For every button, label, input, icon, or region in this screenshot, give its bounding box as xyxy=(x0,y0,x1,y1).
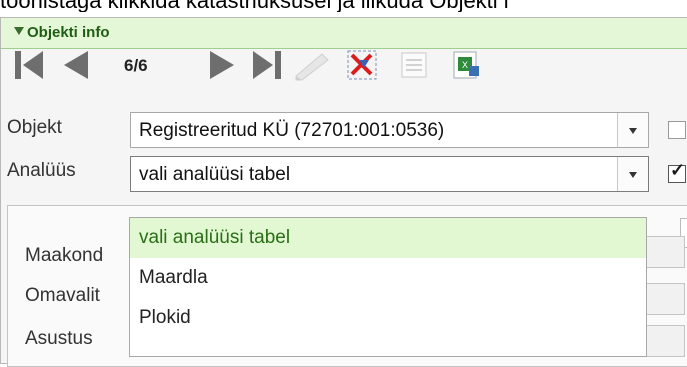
dropdown-option[interactable]: Plokid xyxy=(130,298,646,338)
analuus-select[interactable]: vali analüüsi tabel xyxy=(130,156,649,192)
svg-text:X: X xyxy=(462,60,468,70)
objekt-checkbox[interactable] xyxy=(668,121,686,139)
checkmark-icon: ✓ xyxy=(670,160,686,180)
collapse-triangle-icon[interactable] xyxy=(14,27,24,35)
panel-title: Objekti info xyxy=(27,24,110,41)
edit-pencil-icon[interactable] xyxy=(292,48,332,87)
field-label-maakond: Maakond xyxy=(25,245,104,266)
chevron-down-icon[interactable] xyxy=(617,157,648,191)
previous-record-icon[interactable] xyxy=(58,48,96,87)
dropdown-option[interactable]: vali analüüsi tabel xyxy=(130,218,646,258)
page-caption-text: toonistaga klikkida katastriüksusel ja l… xyxy=(0,0,687,12)
first-record-icon[interactable] xyxy=(13,48,51,87)
field-label-omavalitsus: Omavalit xyxy=(25,285,100,306)
analuus-dropdown-list: vali analüüsi tabel Maardla Plokid xyxy=(129,217,647,357)
export-excel-icon[interactable]: X xyxy=(449,48,483,87)
analuus-select-value: vali analüüsi tabel xyxy=(139,164,291,185)
chevron-down-icon[interactable] xyxy=(617,113,648,147)
next-record-icon[interactable] xyxy=(202,48,240,87)
dropdown-option[interactable]: Maardla xyxy=(130,258,646,298)
navigation-toolbar: 6/6 X xyxy=(0,44,687,84)
field-label-asustus: Asustus xyxy=(25,328,93,349)
last-record-icon[interactable] xyxy=(247,48,285,87)
zoom-to-object-icon[interactable] xyxy=(345,48,379,87)
objekt-select-value: Registreeritud KÜ (72701:001:0536) xyxy=(139,120,445,141)
analuus-checkbox[interactable]: ✓ xyxy=(668,160,686,183)
analuus-label: Analüüs xyxy=(7,160,76,181)
objekt-label: Objekt xyxy=(7,117,62,138)
objekt-select[interactable]: Registreeritud KÜ (72701:001:0536) xyxy=(130,112,649,148)
list-view-icon[interactable] xyxy=(397,48,431,87)
page-indicator: 6/6 xyxy=(124,56,148,75)
